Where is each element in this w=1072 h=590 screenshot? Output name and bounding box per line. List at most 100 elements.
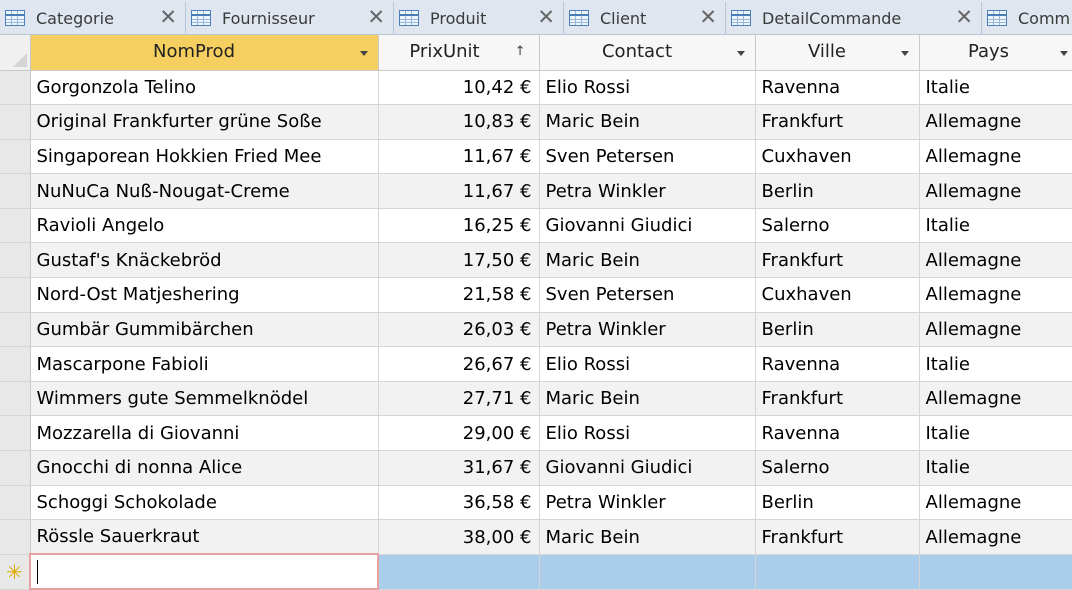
record-selector[interactable] [0,104,31,140]
record-selector[interactable] [0,312,31,348]
cell-prixunit[interactable]: 11,67 € [378,173,540,209]
record-selector[interactable] [0,277,31,313]
cell-pays[interactable]: Allemagne [919,485,1072,521]
table-row[interactable]: Gumbär Gummibärchen 26,03 € Petra Winkler B… [0,312,1072,348]
cell-nomprod[interactable]: Ravioli Angelo [30,208,379,244]
cell-pays[interactable]: Allemagne [919,242,1072,279]
select-all-button[interactable] [0,35,31,71]
new-record-row[interactable]: ✳ [0,553,1072,590]
table-row[interactable]: Schoggi Schokolade 36,58 € Petra Winkler Be… [0,485,1072,521]
cell-contact[interactable]: Giovanni Giudici [539,208,756,244]
tab-detailcommande[interactable]: DetailCommande ✕ [726,2,982,34]
cell-prixunit[interactable]: 10,42 € [378,70,540,106]
cell-nomprod[interactable]: Wimmers gute Semmelknödel [30,381,379,417]
new-record-cell[interactable] [755,554,920,590]
cell-ville[interactable]: Ravenna [755,346,920,382]
tab-categorie[interactable]: Categorie ✕ [0,2,186,34]
cell-prixunit[interactable]: 11,67 € [378,139,540,175]
table-row[interactable]: Gustaf's Knäckebröd 17,50 € Maric Bein Fran… [0,242,1072,279]
cell-prixunit[interactable]: 17,50 € [378,242,540,279]
cell-pays[interactable]: Italie [919,415,1072,452]
cell-prixunit[interactable]: 26,67 € [378,346,540,382]
cell-ville[interactable]: Salerno [755,450,920,486]
cell-prixunit[interactable]: 31,67 € [378,450,540,486]
table-row[interactable]: Wimmers gute Semmelknödel 27,71 € Maric Be… [0,381,1072,417]
cell-ville[interactable]: Cuxhaven [755,139,920,175]
cell-contact[interactable]: Petra Winkler [539,485,756,521]
cell-pays[interactable]: Italie [919,208,1072,244]
cell-pays[interactable]: Allemagne [919,519,1072,555]
dropdown-arrow-icon[interactable] [736,51,745,57]
cell-contact[interactable]: Maric Bein [539,104,756,140]
cell-pays[interactable]: Italie [919,346,1072,382]
record-selector[interactable] [0,139,31,175]
dropdown-arrow-icon[interactable] [900,51,909,57]
cell-nomprod[interactable]: Mozzarella di Giovanni [30,415,379,452]
cell-ville[interactable]: Frankfurt [755,104,920,140]
cell-nomprod[interactable]: Original Frankfurter grüne Soße [30,104,379,140]
new-record-cell[interactable] [919,554,1072,590]
cell-ville[interactable]: Ravenna [755,415,920,452]
cell-pays[interactable]: Allemagne [919,139,1072,175]
cell-pays[interactable]: Allemagne [919,277,1072,313]
cell-prixunit[interactable]: 26,03 € [378,312,540,348]
record-selector[interactable] [0,415,31,452]
cell-ville[interactable]: Frankfurt [755,381,920,417]
record-selector[interactable] [0,519,31,555]
record-selector[interactable] [0,208,31,244]
cell-nomprod[interactable]: Mascarpone Fabioli [30,346,379,382]
column-header-contact[interactable]: Contact [539,35,756,71]
cell-prixunit[interactable]: 10,83 € [378,104,540,140]
cell-prixunit[interactable]: 27,71 € [378,381,540,417]
cell-ville[interactable]: Berlin [755,312,920,348]
record-selector[interactable] [0,70,31,106]
cell-nomprod[interactable]: Gnocchi di nonna Alice [30,450,379,486]
column-header-ville[interactable]: Ville [755,35,920,71]
cell-ville[interactable]: Salerno [755,208,920,244]
table-row[interactable]: Gorgonzola Telino 10,42 € Elio Rossi Ravenn… [0,70,1072,106]
cell-nomprod[interactable]: Rössle Sauerkraut [30,519,379,555]
record-selector[interactable] [0,381,31,417]
table-row[interactable]: Singaporean Hokkien Fried Mee 11,67 € Sven… [0,139,1072,175]
table-row[interactable]: Mozzarella di Giovanni 29,00 € Elio Rossi R… [0,415,1072,452]
record-selector[interactable] [0,485,31,521]
cell-pays[interactable]: Allemagne [919,381,1072,417]
tab-client[interactable]: Client ✕ [564,2,726,34]
cell-ville[interactable]: Ravenna [755,70,920,106]
close-icon[interactable]: ✕ [537,7,555,28]
cell-contact[interactable]: Maric Bein [539,381,756,417]
new-record-cell[interactable] [378,554,540,590]
close-icon[interactable]: ✕ [367,7,385,28]
cell-nomprod[interactable]: NuNuCa Nuß-Nougat-Creme [30,173,379,209]
cell-nomprod[interactable]: Gorgonzola Telino [30,70,379,106]
cell-prixunit[interactable]: 29,00 € [378,415,540,452]
column-header-nomprod[interactable]: NomProd [30,35,379,71]
cell-prixunit[interactable]: 38,00 € [378,519,540,555]
close-icon[interactable]: ✕ [955,7,973,28]
cell-contact[interactable]: Elio Rossi [539,70,756,106]
cell-contact[interactable]: Sven Petersen [539,139,756,175]
new-record-cell[interactable] [539,554,756,590]
cell-pays[interactable]: Italie [919,70,1072,106]
column-header-pays[interactable]: Pays [919,35,1072,71]
tab-produit[interactable]: Produit ✕ [394,2,564,34]
table-row[interactable]: Nord-Ost Matjeshering 21,58 € Sven Peterse… [0,277,1072,313]
table-row[interactable]: Rössle Sauerkraut 38,00 € Maric Bein Frankf… [0,519,1072,555]
record-selector[interactable] [0,242,31,279]
table-row[interactable]: Gnocchi di nonna Alice 31,67 € Giovanni Gi… [0,450,1072,486]
cell-ville[interactable]: Berlin [755,173,920,209]
cell-ville[interactable]: Cuxhaven [755,277,920,313]
record-selector[interactable] [0,346,31,382]
table-row[interactable]: Mascarpone Fabioli 26,67 € Elio Rossi Raven… [0,346,1072,382]
cell-pays[interactable]: Allemagne [919,312,1072,348]
cell-contact[interactable]: Giovanni Giudici [539,450,756,486]
cell-nomprod[interactable]: Schoggi Schokolade [30,485,379,521]
column-header-prixunit[interactable]: PrixUnit ↑ [378,35,540,71]
cell-contact[interactable]: Sven Petersen [539,277,756,313]
cell-contact[interactable]: Petra Winkler [539,173,756,209]
cell-pays[interactable]: Allemagne [919,173,1072,209]
new-record-input[interactable] [29,553,379,590]
dropdown-arrow-icon[interactable] [1059,51,1068,57]
table-row[interactable]: Ravioli Angelo 16,25 € Giovanni Giudici Sal… [0,208,1072,244]
dropdown-arrow-icon[interactable] [359,51,368,57]
